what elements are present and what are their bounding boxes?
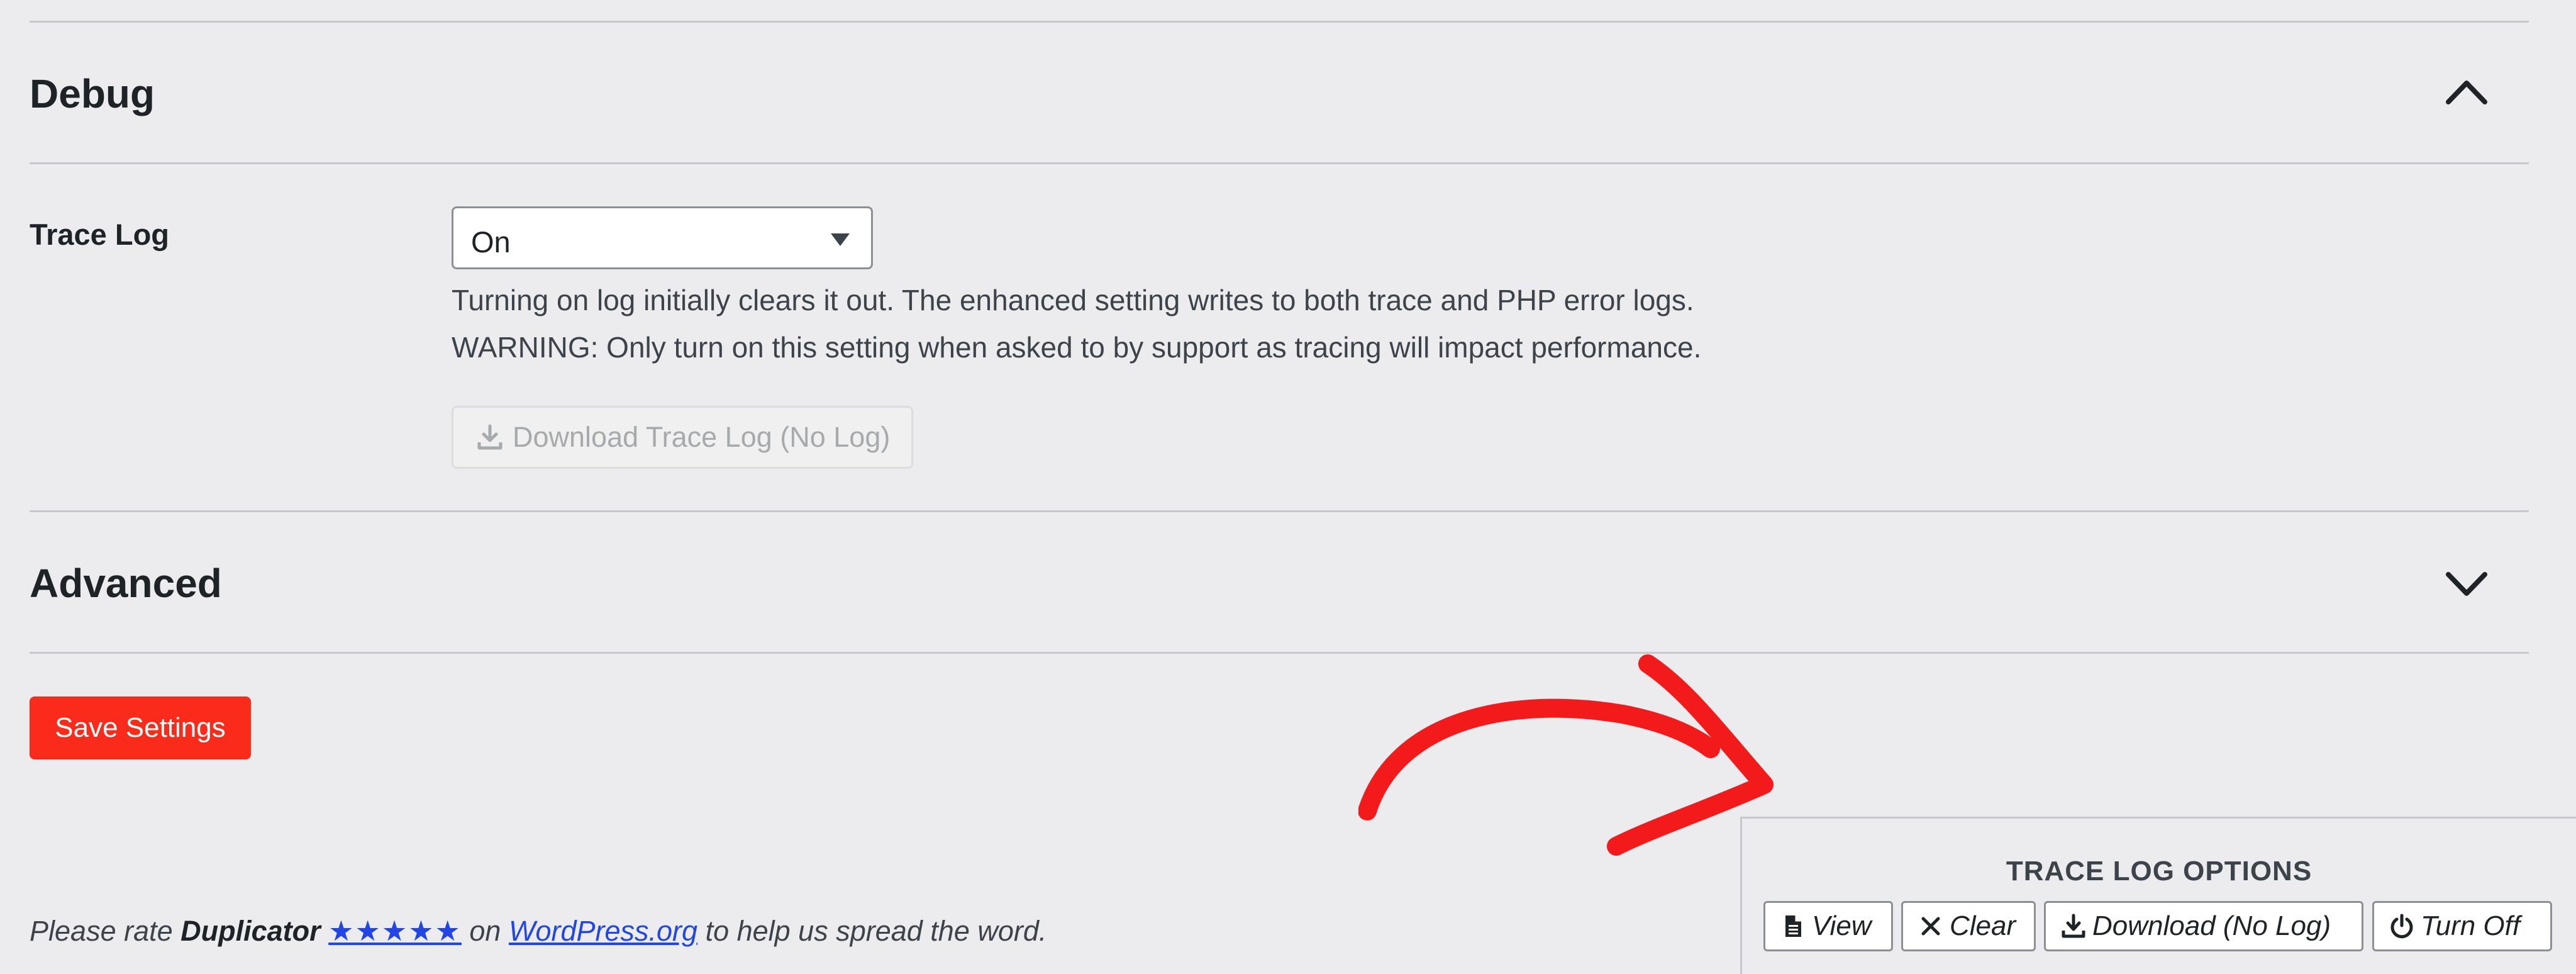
top-divider	[30, 21, 2529, 23]
download-icon	[2062, 914, 2085, 938]
turn-off-button[interactable]: Turn Off	[2372, 901, 2552, 951]
file-icon	[1785, 915, 1801, 937]
section-title-advanced: Advanced	[30, 561, 222, 606]
download-icon	[477, 424, 502, 450]
annotation-arrow	[1358, 654, 1774, 856]
close-icon	[1921, 917, 1940, 936]
download-trace-log-button[interactable]: Download Trace Log (No Log)	[452, 406, 913, 469]
save-settings-button[interactable]: Save Settings	[30, 697, 251, 759]
section-title-debug: Debug	[30, 71, 155, 116]
debug-divider	[30, 162, 2529, 164]
trace-log-description-2: WARNING: Only turn on this setting when …	[452, 331, 1702, 364]
clear-log-label: Clear	[1950, 910, 2016, 941]
chevron-up-icon[interactable]	[2445, 77, 2489, 106]
trace-log-label: Trace Log	[30, 218, 170, 251]
download-trace-log-label: Download Trace Log (No Log)	[513, 421, 891, 453]
view-log-label: View	[1812, 910, 1872, 941]
turn-off-label: Turn Off	[2421, 910, 2521, 941]
trace-divider	[30, 510, 2529, 512]
footer-rating: Please rate Duplicator ★★★★★ on WordPres…	[30, 914, 1046, 948]
footer-product: Duplicator	[180, 915, 321, 947]
trace-log-description-1: Turning on log initially clears it out. …	[452, 284, 1694, 316]
footer-suffix: to help us spread the word.	[697, 915, 1047, 947]
dropdown-arrow-icon	[831, 233, 850, 246]
download-log-button[interactable]: Download (No Log)	[2044, 901, 2363, 951]
panel-title: TRACE LOG OPTIONS	[2006, 856, 2312, 887]
trace-log-select[interactable]: On	[452, 206, 873, 269]
footer-prefix: Please rate	[30, 915, 181, 947]
advanced-divider	[30, 652, 2529, 654]
trace-log-selected-value: On	[471, 225, 511, 259]
footer-on: on	[461, 915, 509, 947]
wordpress-org-link[interactable]: WordPress.org	[509, 915, 697, 947]
rating-stars-link[interactable]: ★★★★★	[328, 915, 462, 947]
view-log-button[interactable]: View	[1763, 901, 1893, 951]
clear-log-button[interactable]: Clear	[1901, 901, 2036, 951]
power-icon	[2390, 914, 2413, 939]
trace-log-options-panel: TRACE LOG OPTIONS View Clear Download (N…	[1740, 817, 2576, 974]
chevron-down-icon[interactable]	[2445, 569, 2489, 598]
download-log-label: Download (No Log)	[2092, 910, 2331, 941]
